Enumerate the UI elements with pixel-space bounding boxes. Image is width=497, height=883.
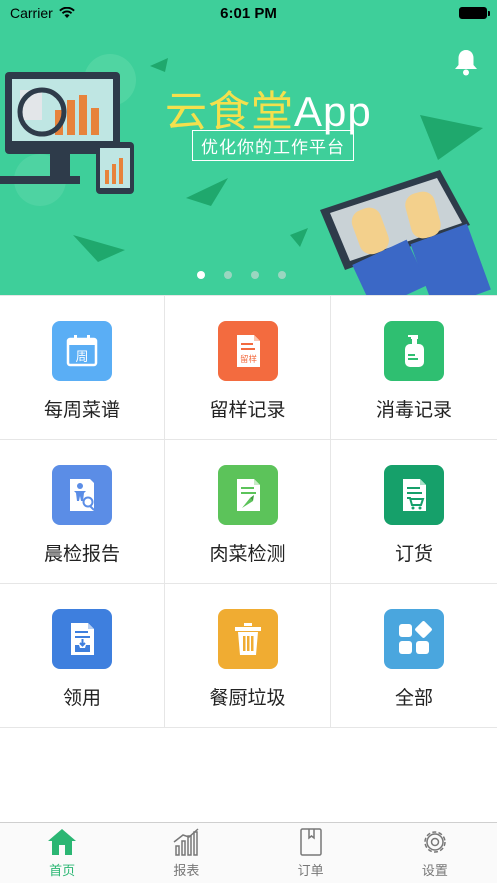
page-dot-4[interactable] [278, 271, 286, 279]
menu-item-morning-check[interactable]: 晨检报告 [0, 440, 165, 584]
hero-banner[interactable]: Carrier 6:01 PM 云食堂App 优化你的工作平台 [0, 0, 497, 295]
feature-grid: 周 每周菜谱 留样 留样记录 消毒记录 晨检报告 肉菜检测 订货 领用 餐厨垃圾… [0, 295, 497, 728]
menu-item-all[interactable]: 全部 [331, 584, 497, 728]
receive-document-icon [52, 609, 112, 669]
banner-title-en: App [294, 88, 372, 135]
tab-label: 设置 [421, 864, 448, 879]
calendar-week-icon: 周 [52, 321, 112, 381]
menu-item-receive[interactable]: 领用 [0, 584, 165, 728]
notification-bell-icon[interactable] [453, 48, 479, 76]
home-icon [48, 829, 77, 855]
tab-orders[interactable]: 订单 [249, 823, 373, 883]
tab-label: 订单 [297, 864, 324, 879]
gear-icon [424, 831, 446, 853]
page-dot-2[interactable] [224, 271, 232, 279]
person-inspection-icon [52, 465, 112, 525]
menu-item-weekly-menu[interactable]: 周 每周菜谱 [0, 296, 165, 440]
tab-settings[interactable]: 设置 [373, 823, 497, 883]
menu-item-order-goods[interactable]: 订货 [331, 440, 497, 584]
menu-item-label: 每周菜谱 [43, 399, 120, 421]
banner-subtitle: 优化你的工作平台 [192, 130, 354, 161]
trash-bin-icon [217, 609, 278, 669]
menu-item-label: 订货 [394, 543, 433, 565]
menu-item-kitchen-waste[interactable]: 餐厨垃圾 [165, 584, 331, 728]
banner-page-indicator[interactable] [0, 271, 497, 279]
all-apps-icon [384, 609, 444, 669]
banner-title-cn: 云食堂 [165, 87, 295, 136]
menu-item-label: 消毒记录 [375, 399, 452, 421]
order-book-icon [299, 828, 322, 856]
sample-glyph: 留样 [239, 354, 257, 365]
menu-item-label: 全部 [394, 687, 433, 709]
battery-icon [459, 7, 490, 19]
menu-item-label: 餐厨垃圾 [209, 687, 286, 709]
status-time: 6:01 PM [220, 5, 277, 22]
page-dot-3[interactable] [251, 271, 259, 279]
sample-document-icon: 留样 [217, 321, 278, 381]
tab-reports[interactable]: 报表 [124, 823, 248, 883]
menu-item-label: 肉菜检测 [209, 543, 286, 565]
calendar-glyph: 周 [75, 350, 88, 365]
tab-home[interactable]: 首页 [0, 823, 124, 883]
tab-label: 报表 [173, 864, 200, 879]
bottom-tab-bar: 首页 报表 订单 设置 [0, 822, 497, 883]
chart-icon [173, 828, 199, 856]
menu-item-label: 晨检报告 [43, 543, 120, 565]
page-dot-1[interactable] [197, 271, 205, 279]
tab-label: 首页 [49, 864, 76, 879]
menu-item-label: 留样记录 [209, 399, 286, 421]
menu-item-meat-veg-test[interactable]: 肉菜检测 [165, 440, 331, 584]
order-cart-icon [384, 465, 444, 525]
status-bar: Carrier 6:01 PM [0, 0, 497, 26]
menu-item-sample-record[interactable]: 留样 留样记录 [165, 296, 331, 440]
menu-item-disinfection-record[interactable]: 消毒记录 [331, 296, 497, 440]
sanitizer-bottle-icon [384, 321, 444, 381]
menu-item-label: 领用 [62, 687, 101, 709]
vegetable-report-icon [217, 465, 278, 525]
